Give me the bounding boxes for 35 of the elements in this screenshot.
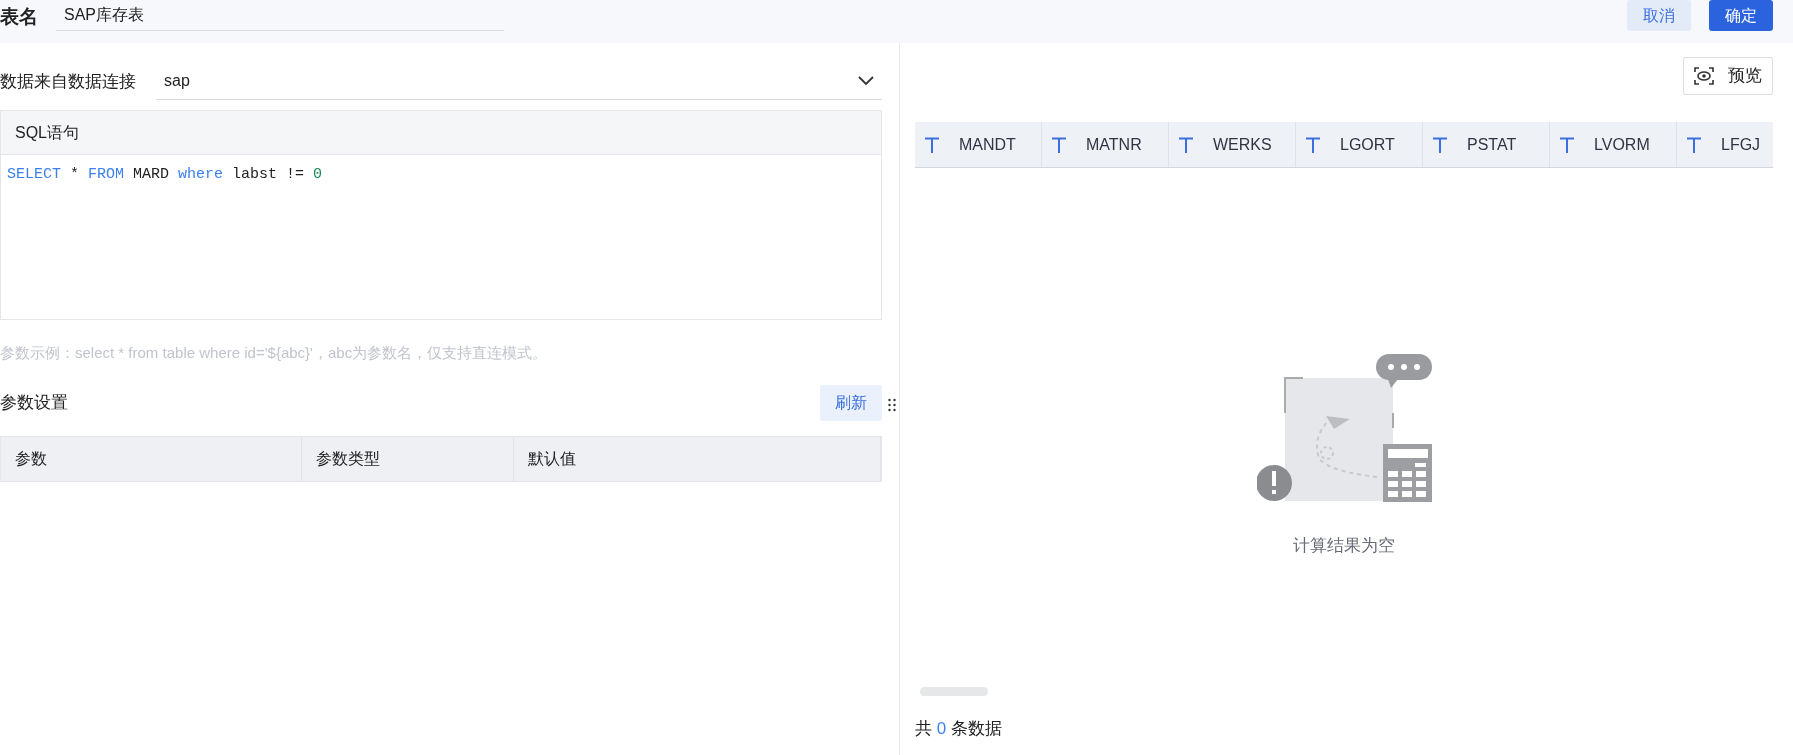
text-type-icon — [1306, 136, 1320, 153]
eye-scan-icon — [1694, 67, 1714, 85]
sql-panel-title: SQL语句 — [15, 122, 79, 143]
text-type-icon — [1179, 136, 1193, 153]
column-header: MATNR — [1042, 122, 1169, 167]
connection-label: 数据来自数据连接 — [0, 70, 136, 93]
scrollbar-thumb — [920, 686, 988, 696]
connection-select[interactable]: sap — [156, 63, 882, 100]
record-count-text: 共 0 条数据 — [915, 717, 1003, 740]
text-type-icon — [1560, 136, 1574, 153]
column-header: LGORT — [1296, 122, 1423, 167]
column-header: LFGJ — [1677, 122, 1773, 167]
text-type-icon — [1687, 136, 1701, 153]
text-type-icon — [925, 136, 939, 153]
column-header: 参数类型 — [302, 436, 514, 481]
parameter-settings-title: 参数设置 — [0, 391, 68, 414]
column-header: WERKS — [1169, 122, 1296, 167]
table-name-label: 表名 — [0, 5, 38, 29]
sql-editor[interactable]: SELECT * FROM MARD where labst != 0 — [7, 166, 323, 183]
cancel-button[interactable]: 取消 — [1627, 0, 1691, 31]
column-header: MANDT — [915, 122, 1042, 167]
refresh-button[interactable]: 刷新 — [820, 384, 882, 421]
text-type-icon — [1433, 136, 1447, 153]
chevron-down-icon — [858, 76, 874, 86]
text-type-icon — [1052, 136, 1066, 153]
preview-button[interactable]: 预览 — [1683, 57, 1773, 95]
column-header: LVORM — [1550, 122, 1677, 167]
drag-handle-icon[interactable] — [888, 397, 896, 412]
column-header: 默认值 — [514, 436, 881, 481]
column-header: 参数 — [1, 436, 302, 481]
column-header: PSTAT — [1423, 122, 1550, 167]
table-name-field[interactable]: SAP库存表 — [56, 0, 504, 31]
empty-result-text: 计算结果为空 — [1293, 535, 1395, 557]
parameter-hint: 参数示例：select * from table where id='${abc}'，abc为参数名，仅支持直连模式。 — [0, 343, 549, 363]
confirm-button[interactable]: 确定 — [1709, 0, 1773, 31]
